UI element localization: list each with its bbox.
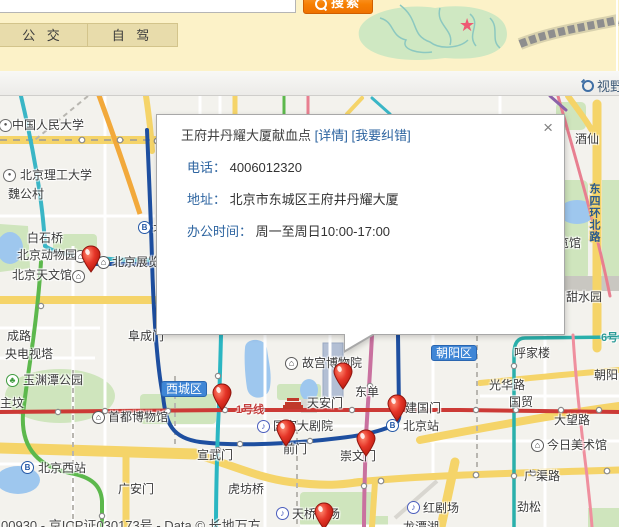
map-label: 光华路 xyxy=(489,379,525,392)
map-label: 呼家楼 xyxy=(514,347,550,360)
music-icon: ♪ xyxy=(257,420,270,433)
subway-icon: B xyxy=(21,461,34,474)
map-label: 劲松 xyxy=(517,501,541,514)
app-window: ★ 搜索 公 交 自 驾 视野 xyxy=(0,0,619,527)
address-row: 地址： 北京市东城区王府井丹耀大厦 xyxy=(187,189,564,208)
map-pin-marker[interactable] xyxy=(212,383,232,411)
map-label: 北京理工大学 xyxy=(20,169,92,182)
map-label: 故宫博物院 xyxy=(302,357,362,370)
map-copyright: 00930 - 京ICP证030173号 - Data © 长地万方 xyxy=(1,515,261,527)
map-canvas[interactable]: ●中国人民大学●北京理工大学魏公村白石桥⌂北京动物园⌂北京展览馆⌂北京天文馆成路… xyxy=(0,96,619,527)
map-label: 北京天文馆 xyxy=(12,269,72,282)
phone-row: 电话： 4006012320 xyxy=(187,157,564,176)
map-label: 白石桥 xyxy=(27,232,63,245)
mode-tabs: 公 交 自 驾 xyxy=(0,23,178,47)
map-label: 北京动物园 xyxy=(17,249,77,262)
map-label: 龙潭湖 xyxy=(403,521,439,527)
poi-title: 王府井丹耀大厦献血点 xyxy=(181,128,311,143)
tab-transit[interactable]: 公 交 xyxy=(0,23,88,47)
district-badge: 西城区 xyxy=(161,381,207,397)
district-badge: 朝阳区 xyxy=(431,345,477,361)
metro-line-label: 6号 xyxy=(601,329,618,345)
map-toolbar: 视野 xyxy=(0,71,619,96)
office-hours-label: 办公时间： xyxy=(187,224,252,239)
map-pin-marker[interactable] xyxy=(333,362,353,390)
phone-label: 电话： xyxy=(187,160,226,175)
report-error-link[interactable]: [我要纠错] xyxy=(352,128,411,143)
close-icon[interactable]: × xyxy=(543,118,553,138)
map-pin-marker[interactable] xyxy=(387,394,407,422)
map-label: 魏公村 xyxy=(8,188,44,201)
map-label: 红剧场 xyxy=(423,502,459,515)
map-label: 主坟 xyxy=(0,397,24,410)
map-label: 广渠路 xyxy=(524,470,560,483)
map-label: 北京站 xyxy=(403,420,439,433)
map-label: 央电视塔 xyxy=(5,348,53,361)
music-icon: ♪ xyxy=(407,501,420,514)
map-label: 首都博物馆 xyxy=(108,411,168,424)
phone-value: 4006012320 xyxy=(230,160,302,175)
view-magnifier-icon xyxy=(582,80,594,92)
beijing-star-icon: ★ xyxy=(459,16,475,34)
detail-link[interactable]: [详情] xyxy=(315,128,348,143)
office-hours-value: 周一至周日10:00-17:00 xyxy=(256,224,390,239)
map-label: 天安门 xyxy=(307,397,343,410)
address-label: 地址： xyxy=(187,192,226,207)
map-label: 国贸 xyxy=(509,396,533,409)
header-banner: ★ 搜索 公 交 自 驾 xyxy=(0,0,619,71)
music-icon: ♪ xyxy=(276,507,289,520)
search-button[interactable]: 搜索 xyxy=(303,0,373,14)
map-label: 大望路 xyxy=(554,414,590,427)
metro-line-label: 1号线 xyxy=(236,401,264,417)
map-label: 酒仙 xyxy=(575,133,599,146)
search-icon xyxy=(315,0,327,10)
museum-icon: ⌂ xyxy=(92,411,105,424)
map-pin-marker[interactable] xyxy=(356,429,376,457)
view-range-label: 视野 xyxy=(597,76,619,95)
museum-icon: ⌂ xyxy=(285,357,298,370)
view-range-link[interactable]: 视野 xyxy=(582,76,619,95)
address-value: 北京市东城区王府井丹耀大厦 xyxy=(230,192,399,207)
search-input[interactable] xyxy=(0,0,296,13)
map-pin-marker[interactable] xyxy=(314,502,334,527)
tree-icon: ♣ xyxy=(6,374,19,387)
map-label: 玉渊潭公园 xyxy=(23,374,83,387)
search-button-label: 搜索 xyxy=(331,0,361,11)
banner-right-edge xyxy=(616,0,618,71)
map-label: 北京西站 xyxy=(38,462,86,475)
map-label: 广安门 xyxy=(118,483,154,496)
map-pin-marker[interactable] xyxy=(276,419,296,447)
popup-tail xyxy=(345,333,374,350)
poi-info-popup: × 王府井丹耀大厦献血点 [详情] [我要纠错] 电话： 4006012320 … xyxy=(156,114,565,335)
map-label: 成路 xyxy=(7,330,31,343)
map-label: 虎坊桥 xyxy=(228,483,264,496)
popup-title-row: 王府井丹耀大厦献血点 [详情] [我要纠错] xyxy=(181,125,564,144)
univ-icon: ● xyxy=(3,169,16,182)
map-label: 甜水园 xyxy=(566,291,602,304)
office-hours-row: 办公时间： 周一至周日10:00-17:00 xyxy=(187,221,564,240)
subway-icon: B xyxy=(138,221,151,234)
metro-line-label: 东四环北路 xyxy=(588,183,599,243)
map-label: 中国人民大学 xyxy=(12,119,84,132)
museum-icon: ⌂ xyxy=(531,439,544,452)
map-label: 宣武门 xyxy=(197,449,233,462)
map-label: 东单 xyxy=(355,386,379,399)
tab-driving[interactable]: 自 驾 xyxy=(88,23,178,47)
china-map-illustration xyxy=(340,0,619,70)
map-pin-marker[interactable] xyxy=(81,245,101,273)
map-label: 朝阳 xyxy=(594,369,618,382)
map-label: 建国门 xyxy=(405,402,441,415)
map-label: 今日美术馆 xyxy=(547,439,607,452)
tiananmen-gate-icon xyxy=(283,398,303,409)
